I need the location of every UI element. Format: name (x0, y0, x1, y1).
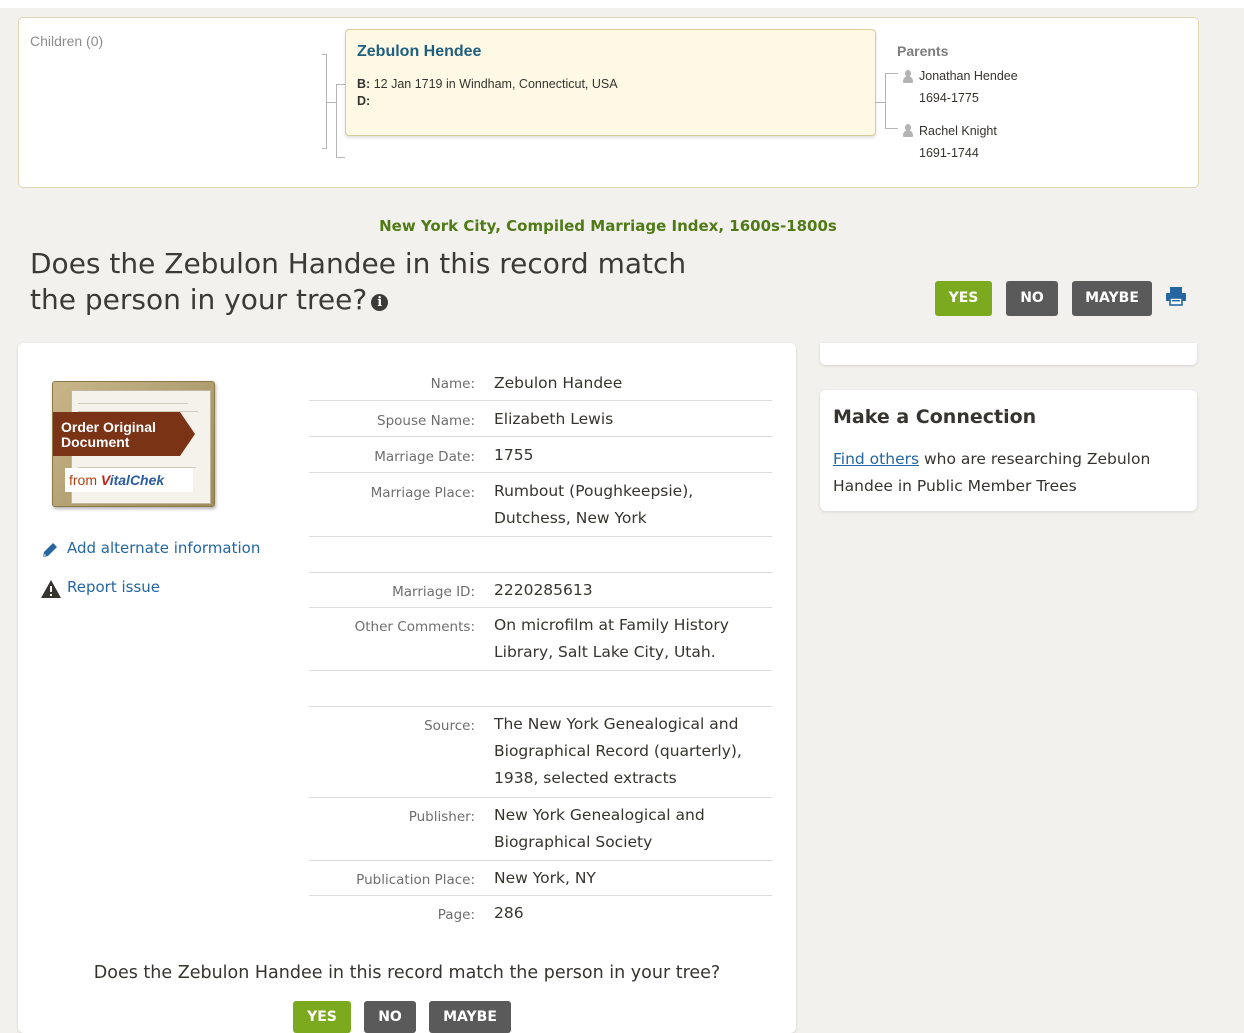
brand-rest: italChek (109, 472, 165, 488)
add-alternate-info-link[interactable]: Add alternate information (40, 539, 280, 561)
parent-father-years: 1694-1775 (919, 91, 979, 105)
parent-mother-name[interactable]: Rachel Knight (919, 124, 997, 138)
birth-label: B: (357, 77, 371, 91)
fact-value: On microfilm at Family History Library, … (494, 616, 729, 661)
fact-value: The New York Genealogical and Biographic… (494, 715, 742, 787)
no-button[interactable]: NO (1006, 281, 1058, 316)
fact-value: New York Genealogical and Biographical S… (494, 806, 705, 851)
right-panel-stub (820, 343, 1197, 365)
parents-bracket (885, 73, 898, 129)
info-icon[interactable]: i (371, 294, 389, 311)
top-strip (0, 0, 1244, 8)
match-question-text: Does the Zebulon Handee in this record m… (30, 247, 687, 316)
person-death: D: (357, 94, 370, 108)
fact-label: Source: (424, 718, 475, 734)
fact-row: Marriage ID: 2220285613 (309, 573, 772, 608)
connection-title: Make a Connection (833, 406, 1037, 428)
focus-person-card[interactable]: Zebulon Hendee B: 12 Jan 1719 in Windham… (345, 29, 876, 136)
children-stem (336, 84, 345, 158)
connection-text: Find others who are researching Zebulon … (833, 446, 1183, 500)
add-alternate-label[interactable]: Add alternate information (67, 539, 260, 557)
fact-row-empty (309, 537, 772, 573)
fact-label: Marriage ID: (392, 584, 475, 600)
fact-value: 2220285613 (494, 581, 593, 599)
fact-value: 286 (494, 904, 524, 922)
person-icon (903, 70, 913, 83)
collection-title[interactable]: New York City, Compiled Marriage Index, … (0, 217, 1216, 235)
fact-label: Name: (430, 376, 475, 392)
parent-father-name[interactable]: Jonathan Hendee (919, 69, 1018, 83)
children-connector (326, 102, 336, 103)
bottom-no-button[interactable]: NO (364, 1001, 416, 1033)
warning-icon (41, 580, 61, 598)
fact-row: Spouse Name: Elizabeth Lewis (309, 401, 772, 437)
family-tree-panel: Children (0) Zebulon Hendee B: 12 Jan 17… (18, 17, 1199, 188)
fact-row: Publisher: New York Genealogical and Bio… (309, 798, 772, 861)
fact-label: Marriage Date: (374, 449, 475, 465)
fact-label: Other Comments: (354, 619, 475, 635)
fact-label: Publication Place: (356, 872, 475, 888)
fact-value: New York, NY (494, 869, 596, 887)
order-original-line2: Document (61, 434, 130, 450)
report-issue-label[interactable]: Report issue (67, 578, 160, 596)
fact-value: Zebulon Handee (494, 374, 623, 392)
parents-connector (875, 102, 885, 103)
person-icon (903, 124, 913, 137)
parents-title: Parents (897, 43, 949, 59)
fact-label: Spouse Name: (377, 413, 475, 429)
fact-row: Marriage Date: 1755 (309, 437, 772, 473)
from-label: from (69, 472, 97, 488)
parent-mother-years: 1691-1744 (919, 146, 979, 160)
find-others-link[interactable]: Find others (833, 450, 919, 468)
yes-button[interactable]: YES (935, 281, 992, 316)
vitalchek-logo: from VitalChek (65, 468, 193, 492)
death-label: D: (357, 94, 371, 108)
bottom-maybe-button[interactable]: MAYBE (429, 1001, 511, 1033)
maybe-button[interactable]: MAYBE (1072, 281, 1152, 316)
fact-row-empty (309, 671, 772, 707)
person-name[interactable]: Zebulon Hendee (357, 43, 481, 61)
order-original-line1: Order Original (61, 419, 156, 435)
order-document-thumbnail[interactable]: Order Original Document from VitalChek (52, 381, 215, 507)
children-label: Children (0) (30, 33, 104, 49)
print-icon[interactable] (1165, 286, 1187, 306)
fact-row: Source: The New York Genealogical and Bi… (309, 707, 772, 798)
bottom-yes-button[interactable]: YES (293, 1001, 351, 1033)
fact-value: 1755 (494, 446, 534, 464)
fact-row: Marriage Place: Rumbout (Poughkeepsie), … (309, 473, 772, 537)
order-original-ribbon: Order Original Document (53, 412, 195, 456)
fact-value: Elizabeth Lewis (494, 410, 614, 428)
pencil-icon (43, 543, 57, 557)
make-connection-card: Make a Connection Find others who are re… (820, 390, 1197, 511)
fact-row: Other Comments: On microfilm at Family H… (309, 608, 772, 671)
fact-row-last: Page: 286 (309, 896, 772, 930)
fact-row: Publication Place: New York, NY (309, 861, 772, 896)
brand-v: V (100, 472, 110, 488)
fact-label: Publisher: (408, 809, 475, 825)
bottom-match-question: Does the Zebulon Handee in this record m… (93, 963, 721, 983)
match-question-heading: Does the Zebulon Handee in this record m… (30, 246, 730, 318)
record-card: Order Original Document from VitalChek A… (18, 343, 796, 1033)
fact-value: Rumbout (Poughkeepsie), Dutchess, New Yo… (494, 482, 694, 527)
person-birth: B: 12 Jan 1719 in Windham, Connecticut, … (357, 77, 618, 91)
fact-row: Name: Zebulon Handee (309, 370, 772, 401)
fact-label: Marriage Place: (370, 485, 475, 501)
birth-value: 12 Jan 1719 in Windham, Connecticut, USA (373, 77, 618, 91)
fact-label: Page: (437, 907, 475, 923)
report-issue-link[interactable]: Report issue (40, 578, 240, 600)
